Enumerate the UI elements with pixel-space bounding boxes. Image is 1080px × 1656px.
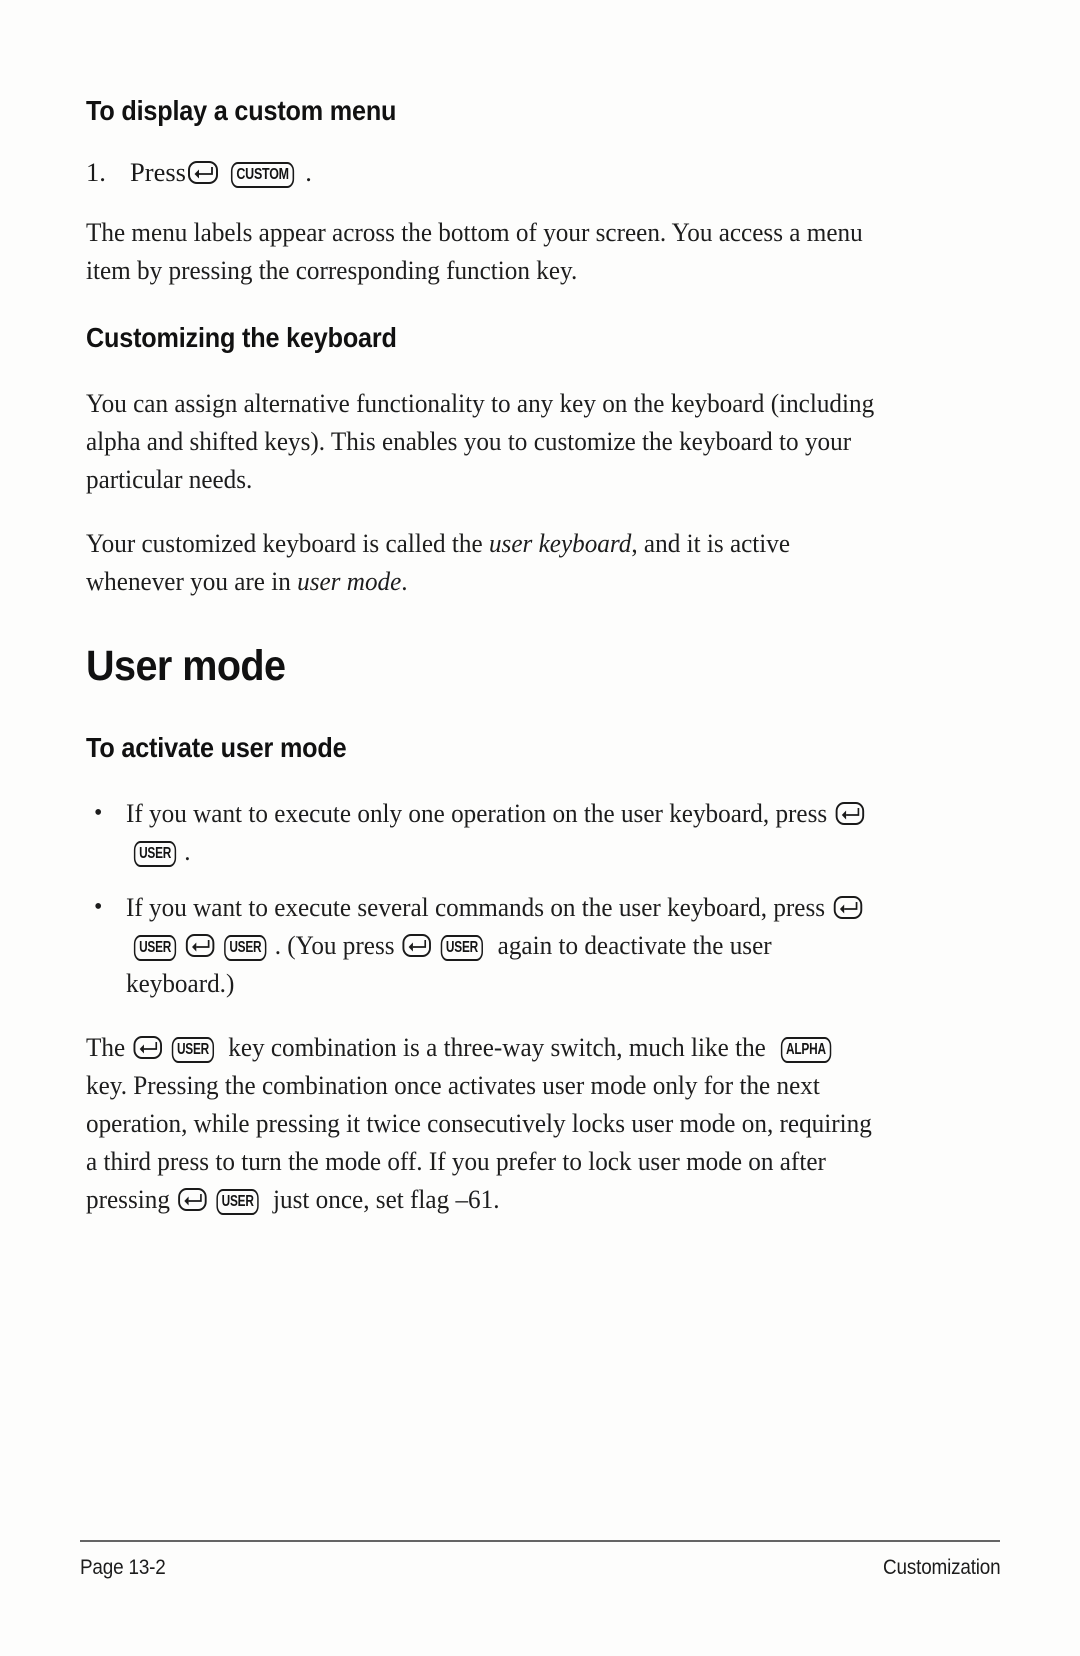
list-item: • If you want to execute several command… [86, 888, 918, 1002]
footer-page-number: Page 13-2 [80, 1556, 166, 1579]
user-key-icon: USER [133, 840, 177, 867]
paragraph-assign-alternative-functionality: You can assign alternative functionality… [86, 387, 875, 494]
heading-customizing-the-keyboard: Customizing the keyboard [86, 321, 397, 353]
user-key-icon: USER [171, 1036, 215, 1063]
closing-text-d: just once, set flag –61. [266, 1183, 500, 1214]
user-key-icon: USER [216, 1188, 259, 1215]
shift-left-arrow-key-icon [133, 1035, 162, 1059]
shift-left-arrow-key-icon [835, 801, 864, 825]
page-content: To display a custom menu 1. Press CUSTOM… [86, 0, 918, 1218]
italic-user-keyboard: user keyboard [488, 527, 632, 558]
bullet-marker-icon: • [94, 893, 103, 920]
sentence-part-a: Your customized keyboard is called the [86, 527, 489, 558]
step-number: 1. [86, 156, 106, 187]
shift-left-arrow-key-icon [402, 933, 432, 957]
italic-user-mode: user mode [297, 565, 402, 596]
closing-text-a: The [86, 1031, 132, 1062]
shift-left-arrow-key-icon [833, 895, 862, 919]
closing-text-b: key combination is a three-way switch, m… [221, 1031, 773, 1062]
list-item: • If you want to execute only one operat… [86, 794, 918, 870]
heading-to-display-a-custom-menu: To display a custom menu [86, 95, 397, 126]
footer-chapter-name: Customization [882, 1556, 1001, 1579]
paragraph-menu-labels: The menu labels appear across the bottom… [86, 216, 863, 285]
bullet-1-text-b: . [184, 835, 191, 866]
sentence-part-c: . [401, 565, 408, 596]
chapter-heading-user-mode: User mode [86, 641, 286, 690]
paragraph-user-keyboard-definition: Your customized keyboard is called the u… [86, 524, 876, 600]
alpha-key-icon: ALPHA [781, 1036, 832, 1063]
custom-key-icon: CUSTOM [230, 161, 295, 188]
user-key-icon: USER [224, 934, 267, 961]
shift-left-arrow-key-icon [178, 1187, 207, 1211]
shift-left-arrow-key-icon [187, 160, 218, 184]
footer-divider [80, 1540, 1000, 1542]
shift-left-arrow-key-icon [186, 933, 215, 957]
step-instruction-text: Press [130, 156, 186, 187]
list-item-body: If you want to execute only one operatio… [126, 794, 878, 870]
step-body: Press CUSTOM. [130, 153, 918, 191]
bullet-2-text-b: . (You press [274, 929, 401, 960]
bullet-marker-icon: • [94, 799, 103, 826]
step-trailing-punctuation: . [305, 156, 312, 187]
list-item-body: If you want to execute several commands … [126, 888, 878, 1002]
footer-row: Page 13-2 Customization [80, 1556, 1000, 1580]
manual-page: To display a custom menu 1. Press CUSTOM… [0, 0, 1080, 1656]
page-footer: Page 13-2 Customization [80, 1540, 1000, 1580]
numbered-step-1: 1. Press CUSTOM. [86, 153, 918, 191]
paragraph-three-way-switch: The USER key combination is a three-way … [86, 1028, 876, 1218]
heading-to-activate-user-mode: To activate user mode [86, 731, 347, 763]
user-key-icon: USER [133, 934, 177, 961]
bullet-2-text-a: If you want to execute several commands … [126, 891, 832, 922]
bullet-1-text-a: If you want to execute only one operatio… [126, 797, 834, 828]
user-key-icon: USER [441, 934, 484, 961]
